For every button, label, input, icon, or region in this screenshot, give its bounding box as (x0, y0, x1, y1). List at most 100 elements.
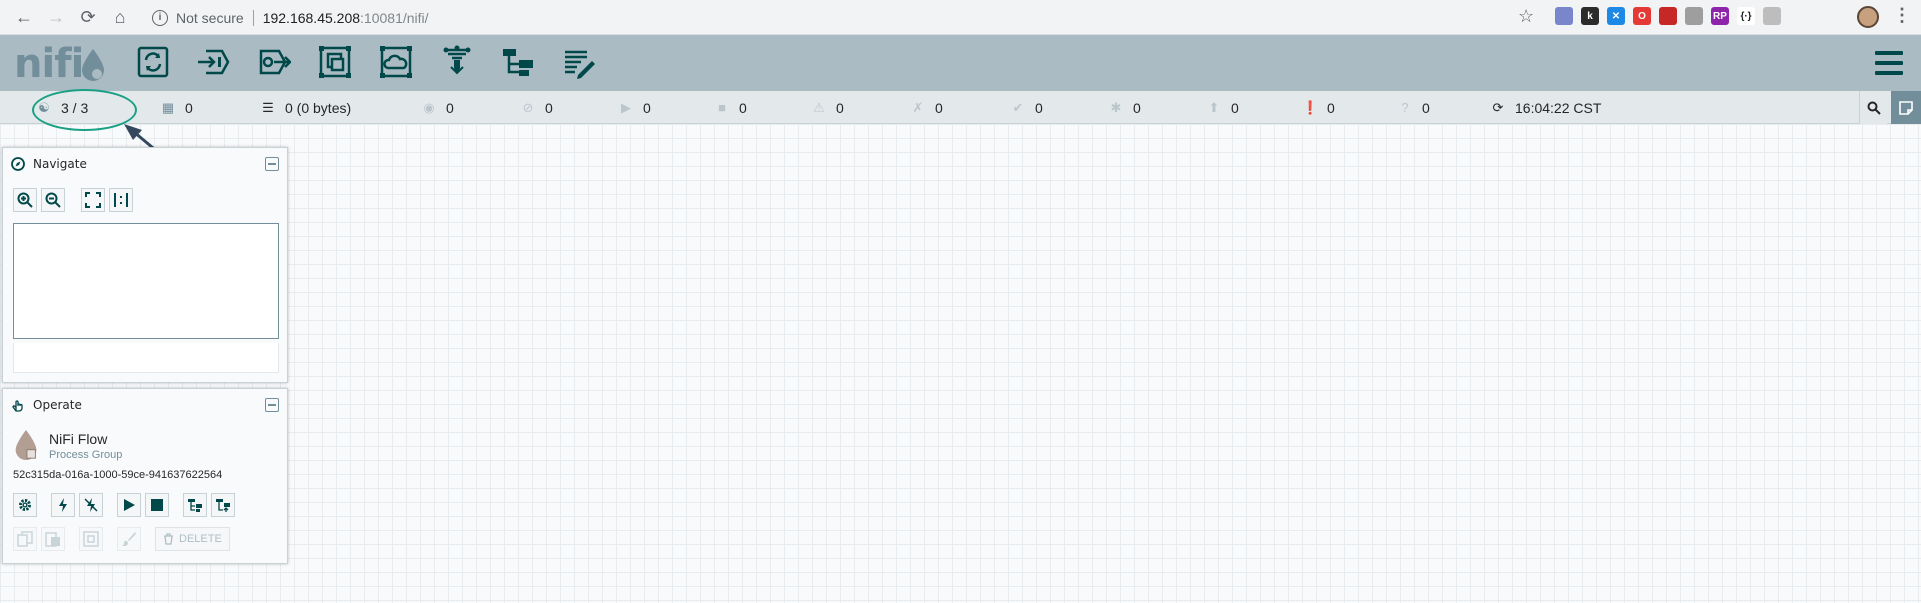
configure-button[interactable] (13, 493, 37, 517)
locally-modified-count: 0 (1133, 99, 1141, 116)
birdseye-view[interactable] (13, 223, 279, 339)
queue-list-icon: ☰ (262, 99, 274, 115)
locally-modified-stale-status: ❗ 0 (1302, 91, 1335, 124)
enable-button[interactable] (51, 493, 75, 517)
navigate-panel-header[interactable]: Navigate (3, 148, 287, 180)
remote-process-group-icon[interactable] (379, 45, 413, 79)
running-icon: ▶ (621, 99, 631, 115)
globe-ext-icon[interactable] (1555, 7, 1573, 25)
group-button[interactable] (79, 527, 103, 551)
up-to-date-status: ✔ 0 (1010, 91, 1043, 124)
question-icon: ? (1401, 100, 1409, 115)
refresh-icon[interactable]: ⟳ (1490, 100, 1506, 116)
k-ext-icon[interactable]: k (1581, 7, 1599, 25)
selected-component: NiFi Flow Process Group (13, 429, 122, 461)
delete-button[interactable]: DELETE (155, 527, 230, 551)
operate-panel-header[interactable]: Operate (3, 389, 287, 421)
stopped-status: ■ 0 (714, 91, 747, 124)
label-icon[interactable] (562, 45, 596, 79)
exclamation-circle-icon: ❗ (1302, 99, 1319, 115)
disable-button[interactable] (79, 493, 103, 517)
copy-button[interactable] (13, 527, 37, 551)
bulletin-board-button[interactable] (1891, 91, 1921, 124)
omnibox-separator (252, 9, 254, 26)
birdseye-footer (13, 343, 279, 373)
start-button[interactable] (117, 493, 141, 517)
not-transmitting-count: 0 (545, 99, 553, 116)
nifi-logo-drop-icon (82, 49, 104, 81)
check-icon: ✔ (1012, 99, 1024, 115)
disabled-icon: ✗ (912, 99, 924, 115)
x-ext-icon[interactable]: ✕ (1607, 7, 1625, 25)
stop-button[interactable] (145, 493, 169, 517)
gear-icon (19, 499, 31, 511)
collapse-navigate-icon[interactable] (265, 157, 279, 171)
zoom-in-button[interactable] (13, 188, 37, 212)
fit-button[interactable] (81, 188, 105, 212)
fit-expand-icon (85, 192, 101, 208)
paste-button[interactable] (41, 527, 65, 551)
stop-icon (151, 499, 163, 511)
reload-icon[interactable]: ⟳ (74, 3, 102, 31)
sync-failure-count: 0 (1422, 99, 1430, 116)
flow-canvas[interactable] (0, 124, 1921, 603)
global-menu-icon[interactable] (1875, 51, 1903, 75)
forward-icon[interactable]: → (42, 3, 70, 31)
info-icon[interactable]: i (152, 9, 168, 26)
transmitting-status: ◉ 0 (421, 91, 453, 124)
running-count: 0 (643, 99, 651, 116)
actual-size-button[interactable] (109, 188, 133, 212)
invalid-count: 0 (836, 99, 844, 116)
upload-template-button[interactable] (211, 493, 235, 517)
paste-icon (45, 532, 60, 547)
shield-red-ext-icon[interactable]: O (1633, 7, 1651, 25)
extension-icons: k ✕ O RP {·} (1555, 7, 1781, 25)
back-icon[interactable]: ← (10, 3, 38, 31)
navigate-panel-title: Navigate (33, 157, 87, 171)
threads-icon: ▦ (161, 99, 175, 115)
jsrp-ext-icon[interactable]: RP (1711, 7, 1729, 25)
asterisk-icon: ✱ (1110, 99, 1122, 115)
funnel-icon[interactable] (440, 45, 474, 79)
invalid-status: ⚠ 0 (811, 91, 844, 124)
output-port-icon[interactable] (257, 45, 291, 79)
tool-spacer (69, 188, 77, 212)
braces-ext-icon[interactable]: {·} (1737, 7, 1755, 25)
component-id: 52c315da-016a-1000-59ce-941637622564 (13, 469, 223, 481)
not-transmitting-status: ⊘ 0 (520, 91, 553, 124)
bookmark-star-icon[interactable]: ☆ (1518, 6, 1534, 27)
color-button[interactable] (117, 527, 141, 551)
stale-count: 0 (1231, 99, 1239, 116)
browser-menu-icon[interactable]: ⋮ (1893, 5, 1911, 26)
locally-modified-stale-count: 0 (1327, 99, 1335, 116)
book-ext-icon[interactable] (1659, 7, 1677, 25)
zoom-in-icon (17, 192, 33, 208)
group-icon (83, 531, 99, 547)
sync-failure-status: ? 0 (1397, 91, 1430, 124)
stopped-icon: ■ (718, 100, 726, 115)
search-button[interactable] (1859, 91, 1887, 124)
template-icon[interactable] (501, 45, 535, 79)
process-group-icon[interactable] (318, 45, 352, 79)
zoom-out-button[interactable] (41, 188, 65, 212)
browser-toolbar: ← → ⟳ ⌂ i Not secure 192.168.45.208:1008… (0, 0, 1921, 35)
address-bar[interactable]: i Not secure 192.168.45.208:10081/nifi/ (142, 4, 1542, 31)
navigate-panel: Navigate (2, 147, 288, 383)
collapse-operate-icon[interactable] (265, 398, 279, 412)
processor-icon[interactable] (136, 45, 170, 79)
paintbrush-icon (122, 532, 136, 546)
input-port-icon[interactable] (196, 45, 230, 79)
puzzle-ext-icon[interactable] (1763, 7, 1781, 25)
nifi-logo: nifi (14, 41, 84, 87)
process-group-drop-icon (15, 429, 37, 461)
hand-pointer-icon (12, 400, 23, 412)
upload-template-icon (216, 499, 230, 512)
refresh-status: ⟳ 16:04:22 CST (1490, 91, 1602, 124)
create-template-button[interactable] (183, 493, 207, 517)
lightning-slash-icon (84, 498, 98, 512)
security-label: Not secure (176, 9, 244, 26)
home-icon[interactable]: ⌂ (106, 3, 134, 31)
shield-ext-icon[interactable] (1685, 7, 1703, 25)
profile-avatar[interactable] (1857, 6, 1879, 28)
navigate-tools (13, 188, 133, 212)
